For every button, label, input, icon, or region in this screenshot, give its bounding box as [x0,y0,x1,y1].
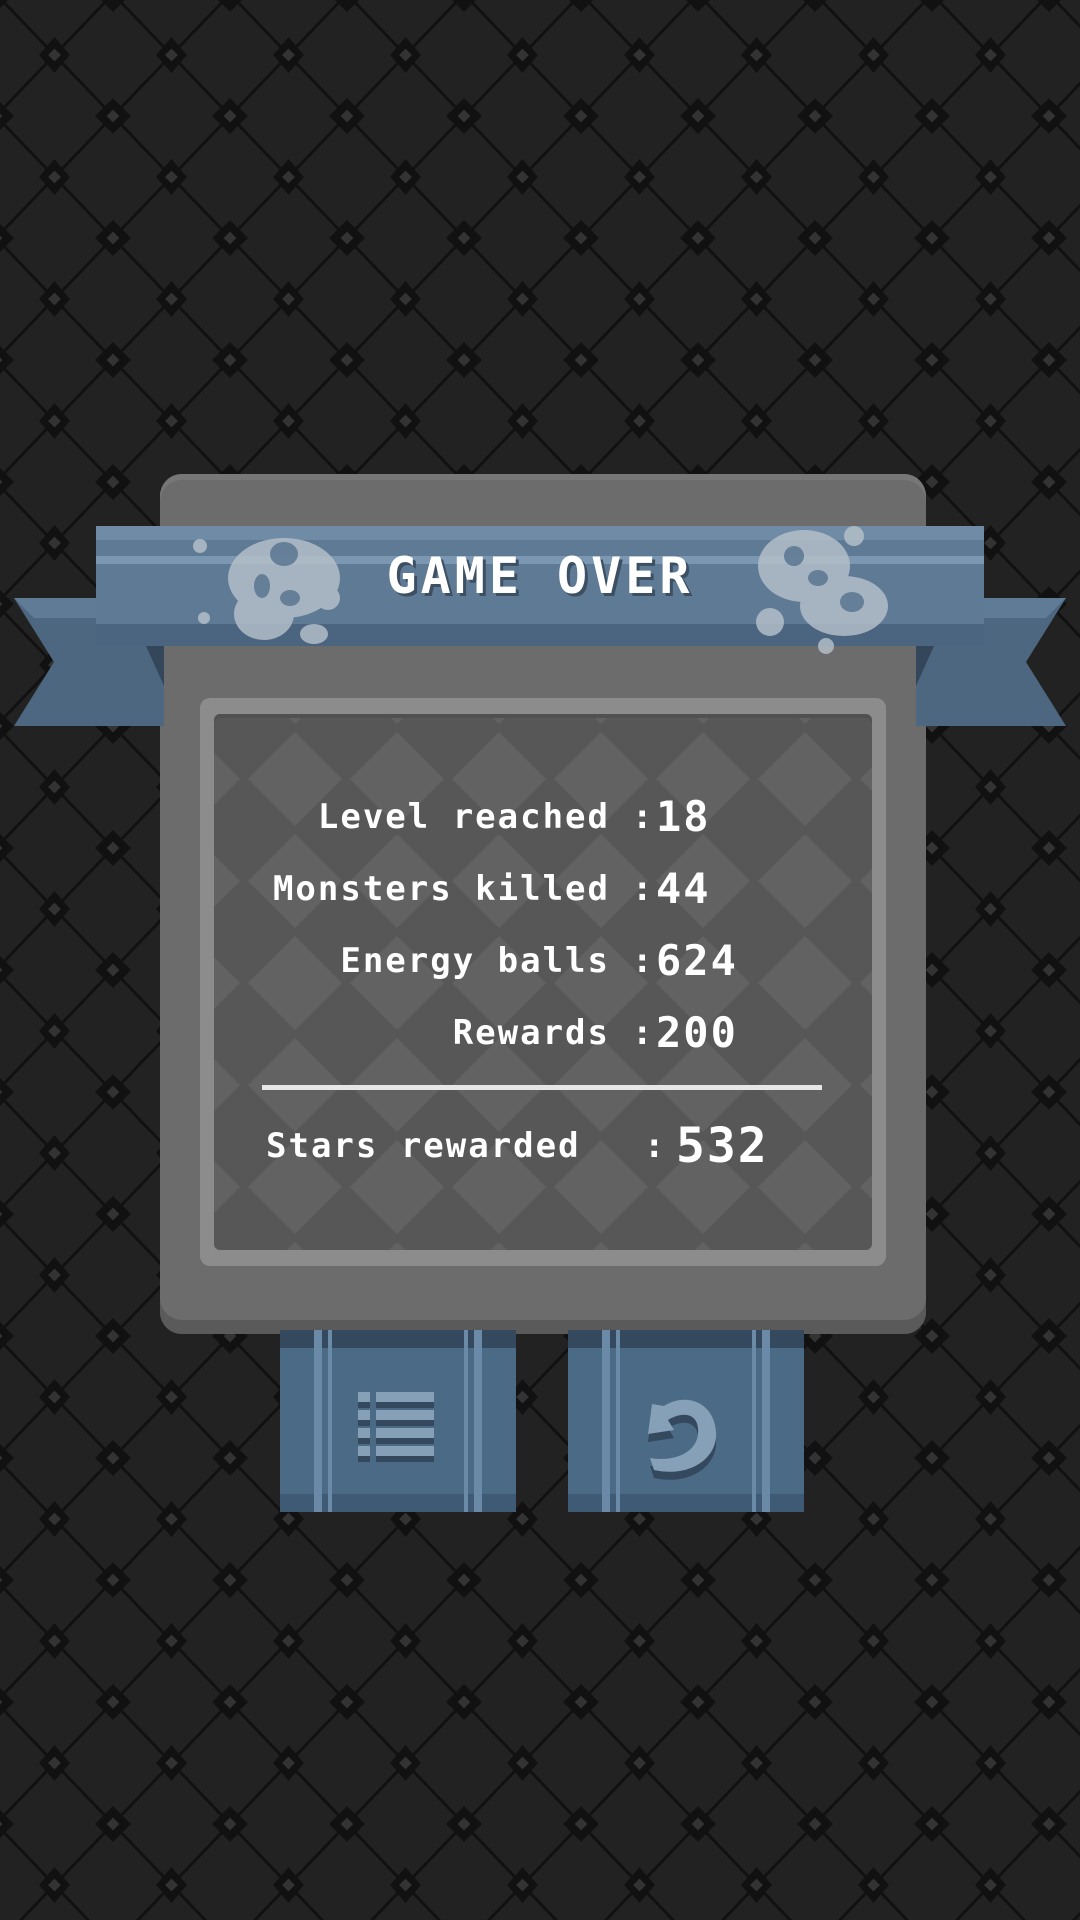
menu-button[interactable] [280,1330,516,1512]
game-over-title: GAME OVER [386,547,694,605]
next-button[interactable] [568,1330,804,1512]
stats-board [214,714,872,1250]
